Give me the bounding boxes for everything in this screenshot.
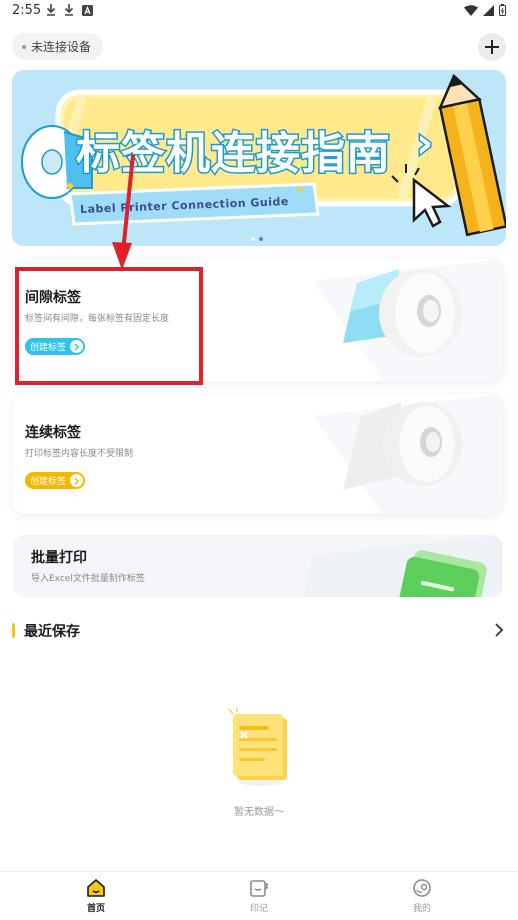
nav-home-label: 首页 (86, 904, 105, 914)
banner-title: 标签机连接指南 (75, 127, 392, 181)
create-label-text: 创建标签 (30, 477, 67, 487)
card-title: 连续标签 (25, 425, 81, 441)
banner-pagination (251, 237, 263, 241)
section-accent-bar (12, 623, 15, 638)
status-time: 2:55 (12, 3, 42, 18)
recent-saves-header[interactable]: 最近保存 (12, 620, 506, 642)
chevron-right-icon (70, 474, 84, 487)
notification-a-icon (82, 4, 93, 16)
download-icon (46, 4, 56, 16)
notes-icon (250, 880, 268, 897)
tutorial-highlight-box (15, 267, 203, 385)
create-label-button[interactable]: 创建标签 (25, 472, 86, 489)
card-description: 打印标签内容长度不受限制 (25, 449, 134, 459)
nav-notes[interactable]: 印记 (229, 878, 289, 914)
download-icon (64, 4, 74, 16)
card-description: 导入Excel文件批量制作标签 (31, 574, 145, 584)
profile-icon (413, 879, 431, 897)
nav-notes-label: 印记 (249, 904, 268, 914)
empty-document-icon (228, 708, 287, 786)
device-status-chip[interactable]: 未连接设备 (12, 33, 104, 60)
status-bar: 2:55 (0, 0, 518, 22)
continuous-label-card[interactable]: 连续标签 打印标签内容长度不受限制 创建标签 (13, 394, 503, 514)
home-icon (87, 879, 105, 897)
guide-banner[interactable]: 标签机连接指南 › Label Printer Connection Guide (12, 70, 506, 246)
bottom-navigation: 首页 印记 我的 (0, 871, 518, 920)
device-status-label: 未连接设备 (31, 40, 92, 54)
nav-home[interactable]: 首页 (66, 878, 126, 914)
plus-icon (485, 40, 499, 54)
continuous-label-roll-image (313, 394, 503, 514)
wifi-icon (464, 4, 478, 16)
signal-icon (483, 4, 494, 16)
batch-print-card[interactable]: 批量打印 导入Excel文件批量制作标签 (13, 535, 503, 597)
banner-chevron: › (414, 117, 434, 169)
add-button[interactable] (478, 33, 506, 61)
recent-saves-title: 最近保存 (24, 624, 80, 640)
card-title: 批量打印 (31, 550, 87, 566)
page-dot (251, 237, 255, 241)
battery-icon (499, 4, 506, 16)
nav-profile[interactable]: 我的 (392, 878, 452, 914)
chevron-right-icon (495, 623, 504, 637)
gap-label-roll-image (313, 259, 503, 381)
status-dot (22, 44, 26, 49)
nav-profile-label: 我的 (412, 904, 431, 914)
page-dot-active (259, 237, 263, 241)
empty-state-text: 暂无数据～ (234, 807, 284, 818)
excel-import-image (303, 535, 503, 597)
